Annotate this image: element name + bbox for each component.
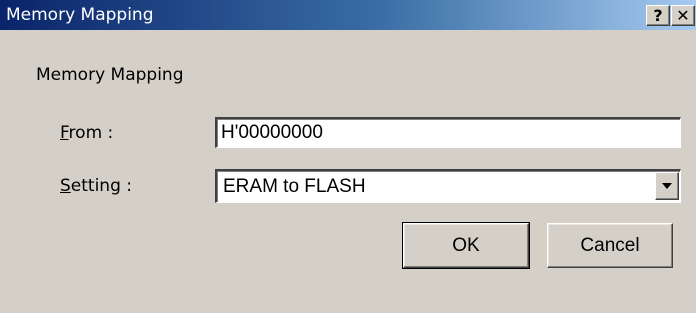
- group-label: Memory Mapping: [36, 65, 184, 85]
- question-icon: ?: [653, 6, 663, 25]
- setting-dropdown[interactable]: ERAM to FLASH: [215, 169, 681, 203]
- setting-label: Setting :: [60, 175, 132, 197]
- cancel-button[interactable]: Cancel: [547, 223, 673, 268]
- title-bar: Memory Mapping ? ✕: [0, 0, 696, 30]
- close-icon: ✕: [676, 6, 690, 25]
- close-button[interactable]: ✕: [671, 5, 695, 26]
- from-label-text: rom :: [68, 123, 114, 143]
- help-button[interactable]: ?: [646, 5, 670, 26]
- ok-button[interactable]: OK: [402, 222, 530, 269]
- chevron-down-icon[interactable]: [655, 172, 679, 200]
- memory-mapping-dialog: Memory Mapping ? ✕ Memory Mapping From :…: [0, 0, 696, 313]
- setting-label-text: etting :: [70, 176, 133, 196]
- setting-selected-value: ERAM to FLASH: [223, 176, 366, 197]
- window-title: Memory Mapping: [6, 5, 154, 25]
- from-label: From :: [60, 122, 113, 144]
- setting-mnemonic: S: [60, 176, 71, 196]
- from-input[interactable]: H'00000000: [215, 117, 681, 148]
- from-mnemonic: F: [60, 123, 69, 143]
